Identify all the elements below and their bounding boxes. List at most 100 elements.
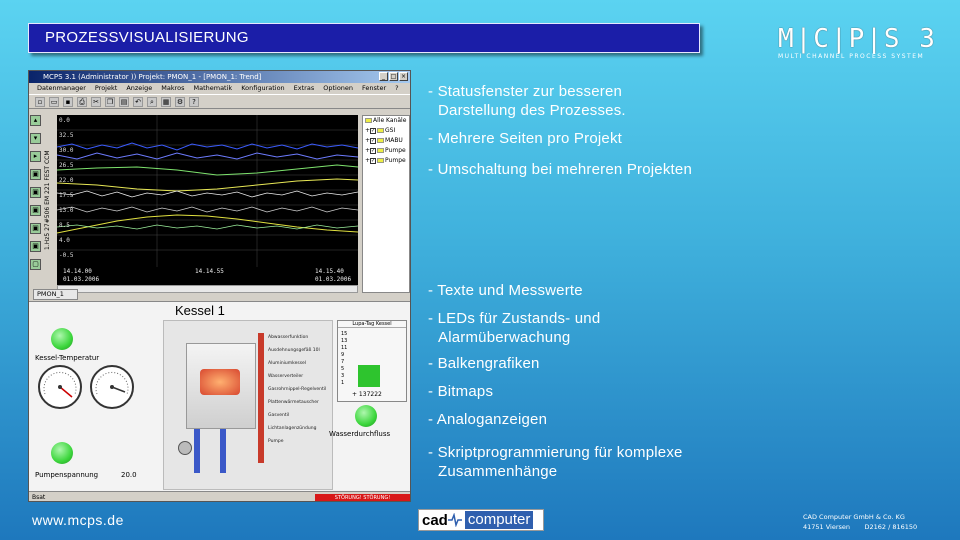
tree-item[interactable]: +✓ Pumpe — [363, 146, 409, 156]
bullet-line: Darstellung des Prozesses. — [438, 102, 626, 119]
checkbox-icon[interactable]: ✓ — [370, 157, 377, 164]
alarm-indicator[interactable]: STÖRUNG! STÖRUNG! — [315, 494, 410, 501]
callout-list: Abwasserfunktion Ausdehnungsgefäß 10l Al… — [268, 331, 326, 448]
sidebar-tool-icon[interactable]: ▢ — [30, 259, 41, 270]
maximize-icon[interactable]: □ — [389, 72, 398, 81]
y-tick-label: 32.5 — [59, 132, 74, 139]
bullet-line: Zusammenhänge — [438, 463, 558, 480]
undo-icon[interactable]: ↶ — [133, 96, 143, 107]
menu-item[interactable]: Fenster — [362, 83, 386, 94]
bullet-line: - Analoganzeigen — [428, 411, 548, 428]
bullet-line: - Bitmaps — [428, 383, 494, 400]
tree-item[interactable]: +✓ MABU — [363, 136, 409, 146]
menu-item[interactable]: Makros — [161, 83, 184, 94]
sidebar-tool-icon[interactable]: ▣ — [30, 205, 41, 216]
tree-item[interactable]: +✓ Pumpe — [363, 156, 409, 166]
bullet-line: - Balkengrafiken — [428, 355, 540, 372]
open-icon[interactable]: ▭ — [49, 96, 59, 107]
flow-label: Wasserdurchfluss — [329, 430, 391, 438]
callout: Abwasserfunktion — [268, 335, 309, 340]
tree-root[interactable]: Alle Kanäle — [363, 116, 409, 126]
app-menubar: Datenmanager Projekt Anzeige Makros Math… — [29, 83, 410, 94]
boiler-bitmap: Abwasserfunktion Ausdehnungsgefäß 10l Al… — [163, 320, 333, 490]
bullet-line: - Texte und Messwerte — [428, 282, 583, 299]
bar-tick: 1 — [341, 380, 345, 386]
analog-gauge-icon — [90, 365, 134, 409]
close-icon[interactable]: × — [399, 72, 408, 81]
menu-item[interactable]: ? — [395, 83, 398, 94]
bar-tick: 9 — [341, 352, 345, 358]
logo-main-text: M|C|P|S 3 — [778, 24, 937, 54]
save-icon[interactable]: ▪ — [63, 96, 73, 107]
sidebar-tool-icon[interactable]: ▣ — [30, 223, 41, 234]
zoom-icon[interactable]: ⌕ — [147, 96, 157, 107]
folder-icon — [377, 158, 385, 163]
menu-item[interactable]: Datenmanager — [37, 83, 86, 94]
feature-list-top: - Statusfenster zur besseren Darstellung… — [428, 82, 692, 179]
menu-item[interactable]: Mathematik — [193, 83, 232, 94]
sidebar-tool-icon[interactable]: ▸ — [30, 151, 41, 162]
bullet-line: - Statusfenster zur besseren — [428, 83, 623, 100]
cut-icon[interactable]: ✂ — [91, 96, 101, 107]
trend-channel-label: 1.Hz5 27#506 EM 221 FEST CCM — [44, 150, 51, 250]
print-icon[interactable]: ⎙ — [77, 96, 87, 107]
bar-ticks: 15 13 11 9 7 5 3 1 — [341, 331, 347, 387]
menu-item[interactable]: Anzeige — [126, 83, 152, 94]
cad-logo-text: cad — [422, 511, 448, 529]
trend-chart[interactable]: 0.0 32.5 30.0 26.5 22.0 17.5 13.0 8.5 4.… — [56, 115, 359, 285]
menu-item[interactable]: Konfiguration — [241, 83, 284, 94]
app-toolbar: ▫ ▭ ▪ ⎙ ✂ ❐ ▤ ↶ ⌕ ▦ ⚙ ? — [29, 94, 410, 109]
page-tab[interactable]: PMON_1 — [33, 289, 78, 300]
callout: Gasrohrnippel-Regelventil — [268, 387, 327, 392]
bullet-line: - Umschaltung bei mehreren Projekten — [428, 161, 692, 178]
bar-tick: 11 — [341, 345, 348, 351]
trend-series-white — [56, 190, 359, 198]
pump-voltage-value: 20.0 — [121, 471, 137, 479]
sidebar-tool-icon[interactable]: ▾ — [30, 133, 41, 144]
copy-icon[interactable]: ❐ — [105, 96, 115, 107]
checkbox-icon[interactable]: ✓ — [370, 137, 377, 144]
sidebar-tool-icon[interactable]: ▴ — [30, 115, 41, 126]
website-link[interactable]: www.mcps.de — [32, 512, 124, 528]
feature-list-bottom: - Texte und Messwerte - LEDs für Zustand… — [428, 281, 683, 481]
minimize-icon[interactable]: _ — [379, 72, 388, 81]
trend-series-blue-2 — [56, 152, 359, 160]
new-icon[interactable]: ▫ — [35, 96, 45, 107]
folder-icon — [377, 128, 385, 133]
bullet-line: Alarmüberwachung — [438, 329, 571, 346]
window-title-text: MCPS 3.1 (Administrator )) Projekt: PMON… — [43, 73, 262, 81]
sidebar-tool-icon[interactable]: ▣ — [30, 187, 41, 198]
pipe-blue — [194, 429, 200, 473]
menu-item[interactable]: Extras — [294, 83, 315, 94]
trend-scrollbar[interactable] — [57, 285, 358, 293]
bar-tick: 13 — [341, 338, 348, 344]
pipe-red — [258, 333, 264, 463]
trend-series-yellow — [56, 178, 359, 192]
trend-plot — [56, 115, 359, 267]
kessel-temp-label: Kessel-Temperatur — [35, 354, 100, 362]
checkbox-icon[interactable]: ✓ — [370, 147, 377, 154]
menu-item[interactable]: Optionen — [323, 83, 353, 94]
help-icon[interactable]: ? — [189, 96, 199, 107]
folder-icon — [365, 118, 372, 123]
pump-icon — [178, 441, 192, 455]
callout: Gasventil — [268, 413, 290, 418]
status-led-icon — [355, 405, 377, 427]
sidebar-tool-icon[interactable]: ▣ — [30, 241, 41, 252]
bar-fill — [358, 365, 380, 387]
folder-icon — [377, 148, 385, 153]
tree-item[interactable]: +✓ GSI — [363, 126, 409, 136]
callout: Ausdehnungsgefäß 10l — [268, 348, 320, 353]
chart-icon[interactable]: ▦ — [161, 96, 171, 107]
pump-voltage-label: Pumpenspannung — [35, 471, 99, 479]
x-axis-right: 14.15.40 01.03.2006 — [315, 268, 352, 283]
bar-graph: Lupa-Tag Kessel 15 13 11 9 7 5 3 1 + 137… — [337, 320, 407, 402]
menu-item[interactable]: Projekt — [95, 83, 117, 94]
analog-gauge-icon — [38, 365, 82, 409]
trend-x-axis: 14.14.00 01.03.2006 14.14.55 14.15.40 01… — [57, 267, 358, 285]
settings-icon[interactable]: ⚙ — [175, 96, 185, 107]
paste-icon[interactable]: ▤ — [119, 96, 129, 107]
sidebar-tool-icon[interactable]: ▣ — [30, 169, 41, 180]
panel-title: Kessel 1 — [175, 303, 225, 318]
checkbox-icon[interactable]: ✓ — [370, 127, 377, 134]
